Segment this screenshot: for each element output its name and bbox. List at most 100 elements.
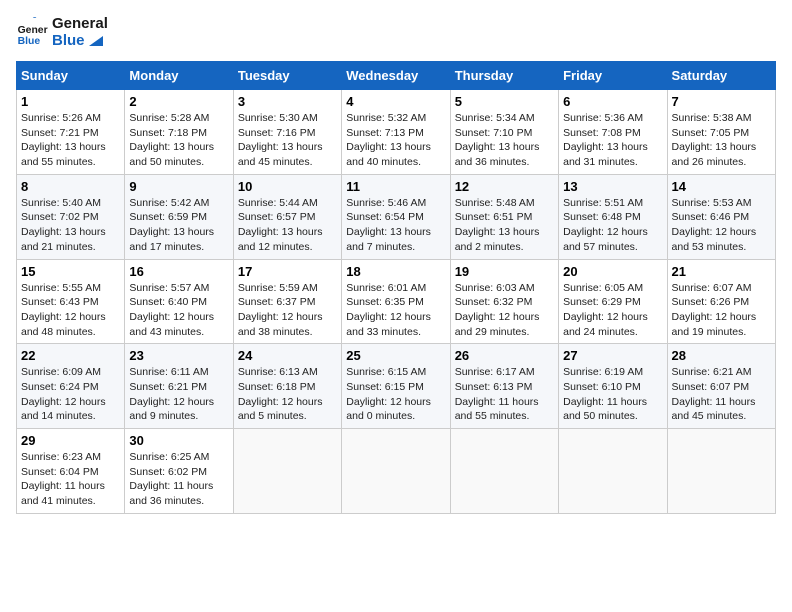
day-number: 7 bbox=[672, 94, 771, 109]
day-number: 1 bbox=[21, 94, 120, 109]
day-number: 2 bbox=[129, 94, 228, 109]
day-info: Sunrise: 5:44 AMSunset: 6:57 PMDaylight:… bbox=[238, 196, 337, 255]
day-number: 30 bbox=[129, 433, 228, 448]
day-number: 9 bbox=[129, 179, 228, 194]
day-info: Sunrise: 5:59 AMSunset: 6:37 PMDaylight:… bbox=[238, 281, 337, 340]
header-saturday: Saturday bbox=[667, 62, 775, 90]
logo: General Blue General Blue bbox=[16, 16, 108, 49]
day-cell-18: 18 Sunrise: 6:01 AMSunset: 6:35 PMDayligh… bbox=[342, 259, 450, 344]
day-number: 12 bbox=[455, 179, 554, 194]
day-number: 19 bbox=[455, 264, 554, 279]
day-info: Sunrise: 6:17 AMSunset: 6:13 PMDaylight:… bbox=[455, 365, 554, 424]
day-info: Sunrise: 5:46 AMSunset: 6:54 PMDaylight:… bbox=[346, 196, 445, 255]
day-cell-13: 13Sunrise: 5:51 AMSunset: 6:48 PMDayligh… bbox=[559, 174, 667, 259]
empty-cell bbox=[233, 429, 341, 514]
day-cell-24: 24Sunrise: 6:13 AMSunset: 6:18 PMDayligh… bbox=[233, 344, 341, 429]
header-thursday: Thursday bbox=[450, 62, 558, 90]
day-number: 25 bbox=[346, 348, 445, 363]
day-info: Sunrise: 6:03 AMSunset: 6:32 PMDaylight:… bbox=[455, 281, 554, 340]
empty-cell bbox=[559, 429, 667, 514]
day-cell-14: 14 Sunrise: 5:53 AMSunset: 6:46 PMDayligh… bbox=[667, 174, 775, 259]
day-number: 15 bbox=[21, 264, 120, 279]
day-cell-10: 10 Sunrise: 5:44 AMSunset: 6:57 PMDayligh… bbox=[233, 174, 341, 259]
day-cell-2: 2Sunrise: 5:28 AMSunset: 7:18 PMDaylight… bbox=[125, 90, 233, 175]
day-number: 14 bbox=[672, 179, 771, 194]
day-number: 24 bbox=[238, 348, 337, 363]
calendar-table: SundayMondayTuesdayWednesdayThursdayFrid… bbox=[16, 61, 776, 514]
day-info: Sunrise: 5:32 AMSunset: 7:13 PMDaylight:… bbox=[346, 111, 445, 170]
header-monday: Monday bbox=[125, 62, 233, 90]
day-info: Sunrise: 5:57 AMSunset: 6:40 PMDaylight:… bbox=[129, 281, 228, 340]
empty-cell bbox=[450, 429, 558, 514]
day-info: Sunrise: 5:36 AMSunset: 7:08 PMDaylight:… bbox=[563, 111, 662, 170]
day-number: 13 bbox=[563, 179, 662, 194]
week-row-3: 15 Sunrise: 5:55 AMSunset: 6:43 PMDayligh… bbox=[17, 259, 776, 344]
page-header: General Blue General Blue bbox=[16, 16, 776, 49]
day-number: 17 bbox=[238, 264, 337, 279]
header-row: SundayMondayTuesdayWednesdayThursdayFrid… bbox=[17, 62, 776, 90]
day-number: 21 bbox=[672, 264, 771, 279]
day-cell-4: 4Sunrise: 5:32 AMSunset: 7:13 PMDaylight… bbox=[342, 90, 450, 175]
day-info: Sunrise: 6:09 AMSunset: 6:24 PMDaylight:… bbox=[21, 365, 120, 424]
logo-icon: General Blue bbox=[16, 17, 48, 49]
week-row-4: 22 Sunrise: 6:09 AMSunset: 6:24 PMDayligh… bbox=[17, 344, 776, 429]
day-cell-27: 27 Sunrise: 6:19 AMSunset: 6:10 PMDayligh… bbox=[559, 344, 667, 429]
day-cell-29: 29Sunrise: 6:23 AMSunset: 6:04 PMDayligh… bbox=[17, 429, 125, 514]
day-cell-19: 19 Sunrise: 6:03 AMSunset: 6:32 PMDayligh… bbox=[450, 259, 558, 344]
day-cell-1: 1 Sunrise: 5:26 AMSunset: 7:21 PMDaylight… bbox=[17, 90, 125, 175]
day-info: Sunrise: 6:19 AMSunset: 6:10 PMDaylight:… bbox=[563, 365, 662, 424]
day-info: Sunrise: 6:21 AMSunset: 6:07 PMDaylight:… bbox=[672, 365, 771, 424]
day-cell-23: 23 Sunrise: 6:11 AMSunset: 6:21 PMDayligh… bbox=[125, 344, 233, 429]
svg-text:Blue: Blue bbox=[18, 36, 41, 47]
day-cell-5: 5Sunrise: 5:34 AMSunset: 7:10 PMDaylight… bbox=[450, 90, 558, 175]
day-number: 22 bbox=[21, 348, 120, 363]
day-info: Sunrise: 5:26 AMSunset: 7:21 PMDaylight:… bbox=[21, 111, 120, 170]
empty-cell bbox=[667, 429, 775, 514]
day-number: 28 bbox=[672, 348, 771, 363]
day-info: Sunrise: 6:25 AMSunset: 6:02 PMDaylight:… bbox=[129, 450, 228, 509]
day-number: 18 bbox=[346, 264, 445, 279]
day-cell-20: 20 Sunrise: 6:05 AMSunset: 6:29 PMDayligh… bbox=[559, 259, 667, 344]
day-number: 16 bbox=[129, 264, 228, 279]
day-cell-25: 25 Sunrise: 6:15 AMSunset: 6:15 PMDayligh… bbox=[342, 344, 450, 429]
day-number: 10 bbox=[238, 179, 337, 194]
day-cell-8: 8Sunrise: 5:40 AMSunset: 7:02 PMDaylight… bbox=[17, 174, 125, 259]
day-number: 20 bbox=[563, 264, 662, 279]
day-number: 26 bbox=[455, 348, 554, 363]
logo-general: General bbox=[52, 16, 108, 33]
header-tuesday: Tuesday bbox=[233, 62, 341, 90]
day-info: Sunrise: 6:15 AMSunset: 6:15 PMDaylight:… bbox=[346, 365, 445, 424]
day-cell-28: 28 Sunrise: 6:21 AMSunset: 6:07 PMDayligh… bbox=[667, 344, 775, 429]
day-number: 11 bbox=[346, 179, 445, 194]
day-info: Sunrise: 6:01 AMSunset: 6:35 PMDaylight:… bbox=[346, 281, 445, 340]
day-cell-26: 26 Sunrise: 6:17 AMSunset: 6:13 PMDayligh… bbox=[450, 344, 558, 429]
day-number: 23 bbox=[129, 348, 228, 363]
day-info: Sunrise: 5:53 AMSunset: 6:46 PMDaylight:… bbox=[672, 196, 771, 255]
week-row-1: 1 Sunrise: 5:26 AMSunset: 7:21 PMDaylight… bbox=[17, 90, 776, 175]
header-sunday: Sunday bbox=[17, 62, 125, 90]
day-info: Sunrise: 5:48 AMSunset: 6:51 PMDaylight:… bbox=[455, 196, 554, 255]
day-cell-12: 12 Sunrise: 5:48 AMSunset: 6:51 PMDayligh… bbox=[450, 174, 558, 259]
day-cell-9: 9 Sunrise: 5:42 AMSunset: 6:59 PMDaylight… bbox=[125, 174, 233, 259]
day-cell-22: 22 Sunrise: 6:09 AMSunset: 6:24 PMDayligh… bbox=[17, 344, 125, 429]
day-info: Sunrise: 5:30 AMSunset: 7:16 PMDaylight:… bbox=[238, 111, 337, 170]
day-number: 5 bbox=[455, 94, 554, 109]
week-row-5: 29Sunrise: 6:23 AMSunset: 6:04 PMDayligh… bbox=[17, 429, 776, 514]
day-cell-3: 3 Sunrise: 5:30 AMSunset: 7:16 PMDaylight… bbox=[233, 90, 341, 175]
day-number: 8 bbox=[21, 179, 120, 194]
svg-text:General: General bbox=[18, 25, 48, 36]
logo-blue: Blue bbox=[52, 33, 108, 50]
day-info: Sunrise: 6:05 AMSunset: 6:29 PMDaylight:… bbox=[563, 281, 662, 340]
day-number: 29 bbox=[21, 433, 120, 448]
day-info: Sunrise: 6:11 AMSunset: 6:21 PMDaylight:… bbox=[129, 365, 228, 424]
day-cell-7: 7 Sunrise: 5:38 AMSunset: 7:05 PMDaylight… bbox=[667, 90, 775, 175]
day-info: Sunrise: 5:55 AMSunset: 6:43 PMDaylight:… bbox=[21, 281, 120, 340]
day-number: 27 bbox=[563, 348, 662, 363]
logo-arrow bbox=[89, 36, 103, 46]
day-info: Sunrise: 5:42 AMSunset: 6:59 PMDaylight:… bbox=[129, 196, 228, 255]
day-info: Sunrise: 5:38 AMSunset: 7:05 PMDaylight:… bbox=[672, 111, 771, 170]
day-number: 3 bbox=[238, 94, 337, 109]
day-cell-21: 21 Sunrise: 6:07 AMSunset: 6:26 PMDayligh… bbox=[667, 259, 775, 344]
day-info: Sunrise: 6:07 AMSunset: 6:26 PMDaylight:… bbox=[672, 281, 771, 340]
day-number: 6 bbox=[563, 94, 662, 109]
